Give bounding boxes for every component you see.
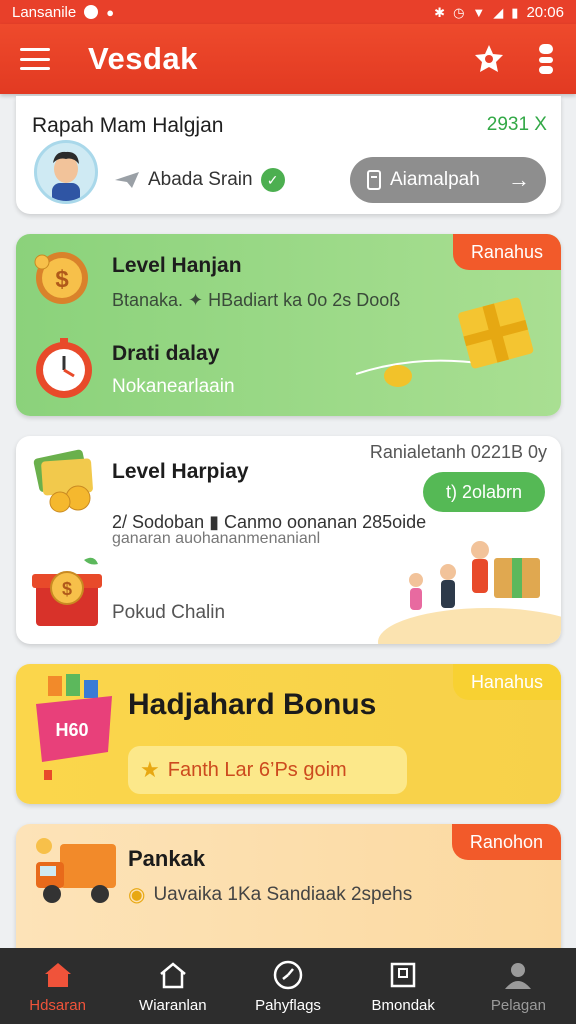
svg-text:$: $ [55, 266, 69, 293]
star-icon: ★ [140, 757, 160, 782]
notification-dot-icon [84, 5, 99, 19]
app-title: Vesdak [88, 41, 198, 76]
delivery-title: Pankak [128, 846, 206, 871]
arrow-right-icon: → [508, 167, 530, 192]
nav-item-house[interactable]: Wiaranlan [115, 948, 230, 1024]
stopwatch-icon [36, 338, 92, 398]
profile-action-button[interactable]: Aiamalpah → [350, 157, 546, 203]
clock-time: 20:06 [526, 3, 564, 21]
bonus-title: Hadjahard Bonus [128, 688, 377, 721]
delivery-row: ◉ Uavaika 1Ka Sandiaak 2spehs [128, 882, 412, 907]
shopping-bag-icon: H60 [36, 674, 112, 780]
daily-description: Nokanearlaain [112, 376, 235, 397]
family-illustration [378, 541, 561, 644]
app-bar: Vesdak [0, 24, 576, 94]
status-badge: Ranahus [452, 234, 561, 270]
money-coins-icon [33, 449, 93, 513]
profile-action-label: Aiamalpah [390, 169, 480, 190]
gift-box-illustration [355, 297, 534, 387]
send-icon [115, 172, 139, 188]
bonus-pill[interactable]: ★ Fanth Lar 6’Ps goim [128, 746, 407, 794]
nav-label-house: Wiaranlan [139, 996, 207, 1014]
bottom-navigation: Hdsaran Wiaranlan Pahyflags Bmondak Pela… [0, 948, 576, 1024]
nav-item-box[interactable]: Bmondak [346, 948, 461, 1024]
level-card-white[interactable]: Ranialetanh 0221B 0y Level Harpiay t) 2o… [16, 436, 561, 644]
bluetooth-icon: ✱ [434, 4, 446, 20]
level-action-button[interactable]: t) 2olabrn [423, 472, 545, 512]
coin-stack-icon: $ [34, 252, 88, 304]
signal-icon: ◢ [493, 4, 504, 20]
nav-item-home[interactable]: Hdsaran [0, 948, 115, 1024]
house-outline-icon [159, 961, 186, 988]
status-badge-orange: Ranohon [451, 824, 561, 860]
verified-check-icon: ✓ [260, 168, 285, 192]
coin-small-icon: ◉ [128, 884, 146, 906]
profile-card: Rapah Mam Halgjan 2931 X Abada Srain ✓ A… [16, 96, 561, 214]
level-subdescription: ganaran auohananmenanianl [112, 530, 321, 547]
daily-title: Drati dalay [112, 342, 220, 365]
red-gift-box-icon: $ [32, 557, 102, 626]
level-title-2: Level Harpiay [112, 460, 249, 483]
box-icon [390, 962, 416, 987]
person-icon [505, 962, 532, 989]
menu-icon[interactable] [20, 48, 50, 70]
delivery-card[interactable]: Ranohon Pankak ◉ Uavaika 1Ka Sandiaak 2s… [16, 824, 561, 964]
carrier-label: Lansanile [12, 3, 77, 21]
truck-icon [36, 838, 116, 903]
level-card-green[interactable]: Ranahus $ Level Hanjan Btanaka. ✦ HBadia… [16, 234, 561, 416]
delivery-description: Uavaika 1Ka Sandiaak 2spehs [153, 883, 413, 905]
wifi-icon: ▼ [472, 4, 486, 20]
sender-name: Abada Srain [148, 169, 253, 190]
level-note: Ranialetanh 0221B 0y [369, 442, 547, 462]
profile-card-count: 2931 X [486, 114, 547, 135]
nav-label-profile: Pelagan [490, 996, 546, 1014]
status-bar: Lansanile ● ✱ ◷ ▼ ◢ ▮ 20:06 [0, 0, 576, 24]
home-icon [44, 962, 71, 987]
bonus-card[interactable]: Hanahus H60 Hadjahard Bonus ★ Fanth Lar … [16, 664, 561, 804]
profile-card-title: Rapah Mam Halgjan [32, 114, 224, 137]
avatar[interactable] [34, 140, 98, 204]
alarm-icon: ◷ [453, 4, 465, 20]
level-footer: Pokud Chalin [112, 602, 226, 623]
gift-tag-icon [367, 170, 381, 190]
nav-item-profile[interactable]: Pelagan [461, 948, 576, 1024]
more-options-icon[interactable] [536, 42, 556, 76]
svg-text:H60: H60 [55, 720, 88, 740]
clock-icon [273, 960, 303, 989]
bonus-pill-label: Fanth Lar 6’Ps goim [167, 758, 347, 781]
nav-label-box: Bmondak [371, 996, 435, 1014]
nav-label-clock: Pahyflags [255, 996, 321, 1014]
status-badge-yellow: Hanahus [452, 664, 561, 700]
nav-item-clock[interactable]: Pahyflags [230, 948, 345, 1024]
battery-icon: ▮ [511, 4, 519, 20]
nav-label-home: Hdsaran [29, 996, 86, 1014]
notification-small-icon: ● [106, 4, 115, 20]
svg-text:$: $ [62, 579, 72, 599]
sender-row: Abada Srain ✓ [114, 168, 285, 192]
level-title: Level Hanjan [112, 254, 242, 277]
settings-star-icon[interactable] [472, 42, 506, 76]
